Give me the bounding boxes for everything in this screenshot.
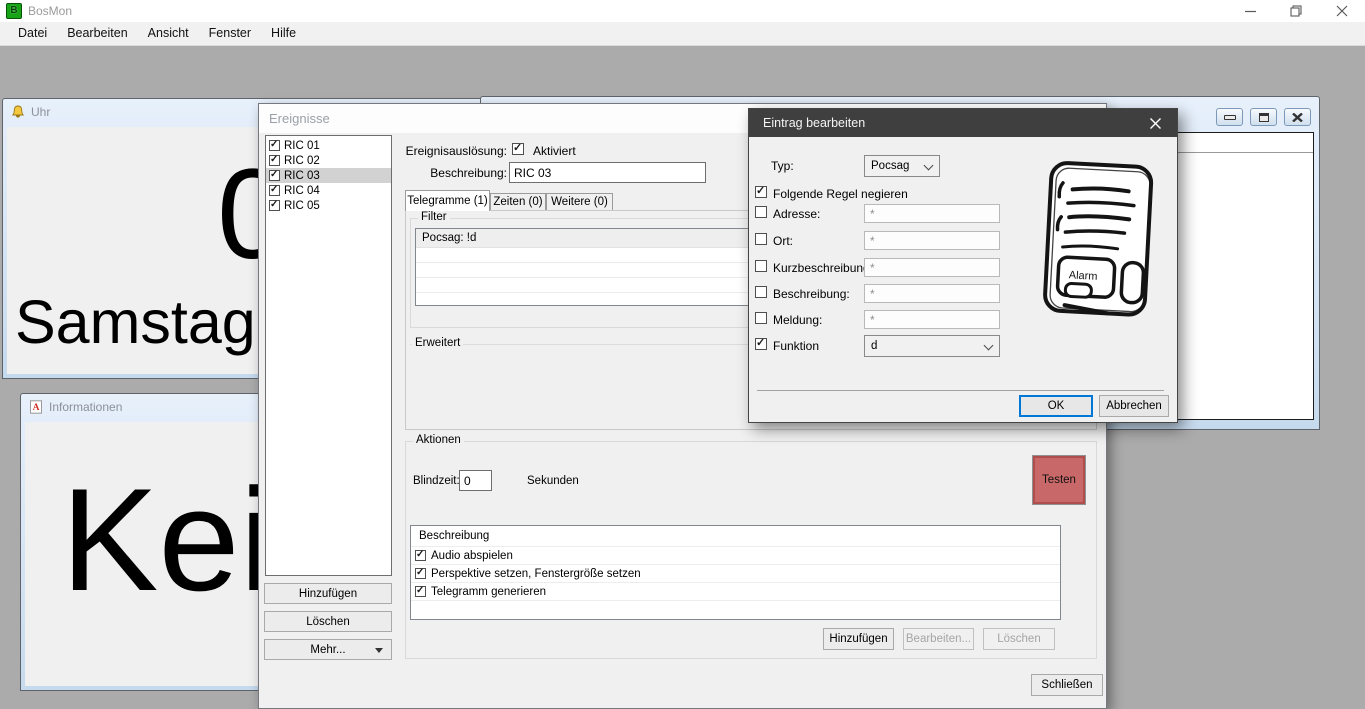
mdi-workspace: Uhr 0 Samstag, A Informationen Kei [0,46,1365,676]
more-button[interactable]: Mehr... [264,639,392,660]
checkbox[interactable] [269,155,280,166]
ort-input[interactable] [864,231,1000,250]
info-message-text: Kei [61,456,272,624]
list-item[interactable]: RIC 04 [266,183,391,198]
delete-ric-button[interactable]: Löschen [264,611,392,632]
menu-hilfe[interactable]: Hilfe [261,22,306,45]
close-icon [1292,113,1303,122]
meldung-input[interactable] [864,310,1000,329]
ort-label: Ort: [773,234,793,248]
app-title: BosMon [28,4,72,18]
mdi-minimize-button[interactable] [1216,108,1243,126]
menubar: Datei Bearbeiten Ansicht Fenster Hilfe [0,22,1365,46]
type-combobox[interactable]: Pocsag [864,155,940,177]
address-label: Adresse: [773,207,820,221]
clock-date-display: Samstag, [15,287,273,357]
negate-rule-checkbox[interactable] [755,186,767,198]
action-row[interactable]: Perspektive setzen, Fenstergröße setzen [411,565,1060,583]
add-action-button[interactable]: Hinzufügen [823,628,894,650]
checkbox[interactable] [269,170,280,181]
beschreibung-label: Beschreibung: [773,287,850,301]
menu-bearbeiten[interactable]: Bearbeiten [57,22,137,45]
beschreibung-checkbox[interactable] [755,286,767,298]
add-ric-button[interactable]: Hinzufügen [264,583,392,604]
type-label: Typ: [771,159,794,173]
restore-icon [1259,113,1269,122]
negate-rule-label: Folgende Regel negieren [773,187,908,201]
tab-telegramme[interactable]: Telegramme (1) [405,190,490,211]
kurzbeschreibung-checkbox[interactable] [755,260,767,272]
blind-time-label: Blindzeit: [413,475,460,487]
list-item[interactable]: RIC 05 [266,198,391,213]
kurzbeschreibung-label: Kurzbeschreibung: [773,261,873,275]
document-a-icon: A [29,400,43,414]
kurzbeschreibung-input[interactable] [864,258,1000,277]
checkbox[interactable] [269,140,280,151]
activated-label: Aktiviert [533,144,576,158]
actions-group-label: Aktionen [413,434,464,446]
trigger-label: Ereignisauslösung: [319,144,507,158]
svg-text:A: A [33,403,40,413]
app-titlebar[interactable]: BosMon [0,0,1365,22]
dialog-close-button[interactable] [1133,109,1177,137]
beschreibung-input[interactable] [864,284,1000,303]
edit-entry-dialog: Eintrag bearbeiten Typ: Pocsag Folgende … [748,108,1178,423]
description-label: Beschreibung: [319,166,507,180]
action-row[interactable]: Telegramm generieren [411,583,1060,601]
mdi-close-button[interactable] [1284,108,1311,126]
edit-action-button[interactable]: Bearbeiten... [903,628,974,650]
info-window-title: Informationen [49,400,122,414]
mdi-restore-button[interactable] [1250,108,1277,126]
pager-alarm-button-label: Alarm [1068,269,1097,282]
ort-checkbox[interactable] [755,233,767,245]
tab-weitere[interactable]: Weitere (0) [546,193,613,211]
advanced-group-label: Erweitert [412,337,463,349]
minimize-icon [1224,115,1236,120]
function-combobox[interactable]: d [864,335,1000,357]
function-checkbox[interactable] [755,338,767,350]
function-label: Funktion [773,339,819,353]
cancel-button[interactable]: Abbrechen [1099,395,1169,417]
bosmon-app-icon [6,3,22,19]
ok-button[interactable]: OK [1019,395,1093,417]
meldung-checkbox[interactable] [755,312,767,324]
checkbox[interactable] [415,550,426,561]
meldung-label: Meldung: [773,313,822,327]
ric-listbox[interactable]: RIC 01 RIC 02 RIC 03 RIC 04 RIC 05 [265,135,392,576]
action-row[interactable]: Audio abspielen [411,547,1060,565]
checkbox[interactable] [269,185,280,196]
checkbox[interactable] [415,586,426,597]
dropdown-caret-icon [375,648,383,657]
close-icon [1149,117,1162,130]
menu-ansicht[interactable]: Ansicht [138,22,199,45]
close-button[interactable] [1319,0,1365,22]
tab-zeiten[interactable]: Zeiten (0) [490,193,546,211]
address-checkbox[interactable] [755,206,767,218]
pager-sketch-illustration: Alarm [1032,153,1174,329]
menu-datei[interactable]: Datei [8,22,57,45]
minimize-button[interactable] [1227,0,1273,22]
bell-icon [11,105,25,119]
close-dialog-button[interactable]: Schließen [1031,674,1103,696]
clock-window-title: Uhr [31,105,50,119]
actions-list[interactable]: Beschreibung Audio abspielen Perspektive… [410,525,1061,620]
checkbox[interactable] [415,568,426,579]
activated-checkbox[interactable] [512,143,524,155]
filter-group-label: Filter [418,211,450,223]
chevron-down-icon [924,161,934,171]
mdi-window-controls [1216,108,1311,126]
delete-action-button[interactable]: Löschen [983,628,1055,650]
address-input[interactable] [864,204,1000,223]
separator-line [757,390,1164,391]
checkbox[interactable] [269,200,280,211]
actions-list-header: Beschreibung [411,526,1060,547]
menu-fenster[interactable]: Fenster [199,22,261,45]
restore-button[interactable] [1273,0,1319,22]
blind-time-input[interactable] [459,470,492,491]
description-input[interactable] [509,162,706,183]
seconds-label: Sekunden [527,475,579,487]
edit-entry-dialog-titlebar[interactable]: Eintrag bearbeiten [749,109,1177,137]
chevron-down-icon [984,341,994,351]
test-button[interactable]: Testen [1032,455,1086,505]
